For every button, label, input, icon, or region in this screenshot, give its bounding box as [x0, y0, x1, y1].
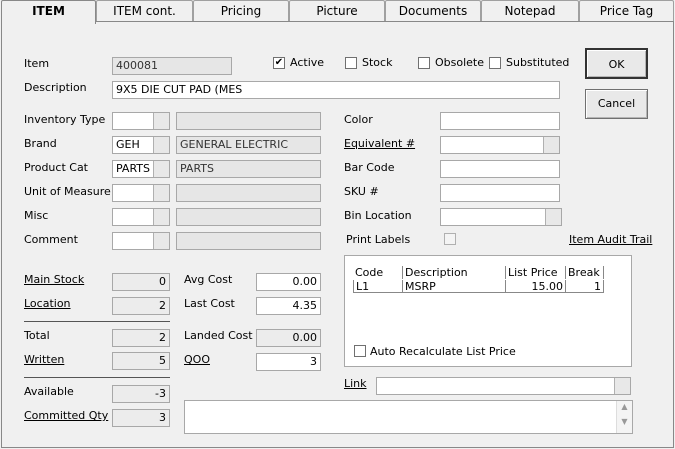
active-checkbox[interactable]: ✔ — [273, 57, 285, 69]
misc-name — [176, 208, 321, 226]
dropdown-button-icon[interactable] — [153, 113, 169, 129]
unit-of-measure-combo[interactable] — [112, 184, 170, 202]
brand-combo[interactable]: GEH — [112, 136, 170, 154]
print-labels-label: Print Labels — [346, 233, 411, 246]
dropdown-button-icon[interactable] — [153, 233, 169, 249]
unit-of-measure-name — [176, 184, 321, 202]
avg-cost-label: Avg Cost — [184, 273, 233, 286]
location-label[interactable]: Location — [24, 297, 71, 310]
auto-recalc-checkbox[interactable] — [354, 345, 366, 357]
link-combo[interactable] — [376, 377, 631, 395]
obsolete-checkbox[interactable] — [418, 57, 430, 69]
scroll-up-icon[interactable]: ▲ — [617, 401, 632, 413]
form-content: Item 400081 ✔ Active Stock Obsolete Subs… — [0, 0, 675, 449]
location-value: 2 — [112, 297, 170, 315]
misc-label: Misc — [24, 209, 49, 222]
color-label: Color — [344, 113, 373, 126]
memo-scrollbar[interactable]: ▲ ▼ — [616, 401, 632, 433]
inventory-type-label: Inventory Type — [24, 113, 106, 126]
ok-button[interactable]: OK — [585, 48, 648, 79]
brand-label: Brand — [24, 137, 57, 150]
scroll-down-icon[interactable]: ▼ — [617, 413, 632, 431]
dropdown-button-icon[interactable] — [153, 161, 169, 177]
comment-name — [176, 232, 321, 250]
grid-header-break[interactable]: Break — [566, 266, 604, 279]
grid-header-list-price[interactable]: List Price — [506, 266, 566, 279]
auto-recalc-label: Auto Recalculate List Price — [370, 345, 516, 358]
committed-qty-label[interactable]: Committed Qty — [24, 409, 108, 422]
dropdown-button-icon[interactable] — [153, 185, 169, 201]
misc-combo[interactable] — [112, 208, 170, 226]
bin-location-label: Bin Location — [344, 209, 412, 222]
last-cost-field[interactable]: 4.35 — [256, 297, 321, 315]
table-row-code[interactable]: L1 — [353, 280, 403, 293]
notes-memo[interactable]: ▲ ▼ — [184, 400, 633, 434]
written-label[interactable]: Written — [24, 353, 64, 366]
inventory-type-name — [176, 112, 321, 130]
table-row-list-price[interactable]: 15.00 — [506, 280, 566, 293]
total-label: Total — [24, 329, 50, 342]
equivalent-label[interactable]: Equivalent # — [344, 137, 415, 150]
item-number-field[interactable]: 400081 — [112, 57, 232, 75]
brand-name: GENERAL ELECTRIC — [176, 136, 321, 154]
main-stock-label[interactable]: Main Stock — [24, 273, 84, 286]
item-label: Item — [24, 57, 50, 70]
sku-field[interactable] — [440, 184, 560, 202]
committed-qty-value: 3 — [112, 409, 170, 427]
table-row-break[interactable]: 1 — [566, 280, 604, 293]
active-label: Active — [290, 56, 325, 69]
link-label[interactable]: Link — [344, 377, 367, 390]
landed-cost-label: Landed Cost — [184, 329, 253, 342]
product-cat-name: PARTS — [176, 160, 321, 178]
dropdown-button-icon[interactable] — [543, 137, 559, 153]
substituted-label: Substituted — [506, 56, 570, 69]
comment-label: Comment — [24, 233, 78, 246]
inventory-type-combo[interactable] — [112, 112, 170, 130]
avg-cost-field[interactable]: 0.00 — [256, 273, 321, 291]
price-list-grid[interactable]: Code Description List Price Break L1 MSR… — [344, 255, 632, 367]
main-stock-value: 0 — [112, 273, 170, 291]
landed-cost-field: 0.00 — [256, 329, 321, 347]
bar-code-label: Bar Code — [344, 161, 395, 174]
equivalent-combo[interactable] — [440, 136, 560, 154]
stock-label: Stock — [362, 56, 393, 69]
bin-location-combo[interactable] — [440, 208, 562, 226]
unit-of-measure-label: Unit of Measure — [24, 185, 111, 198]
grid-header-code[interactable]: Code — [353, 266, 403, 279]
color-field[interactable] — [440, 112, 560, 130]
available-label: Available — [24, 385, 74, 398]
comment-combo[interactable] — [112, 232, 170, 250]
written-value: 5 — [112, 352, 170, 370]
dropdown-button-icon[interactable] — [545, 209, 561, 225]
stock-divider — [24, 321, 170, 322]
cancel-button[interactable]: Cancel — [585, 89, 648, 119]
qoo-label[interactable]: QOO — [184, 353, 210, 366]
item-audit-trail-link[interactable]: Item Audit Trail — [569, 233, 652, 246]
stock-checkbox[interactable] — [345, 57, 357, 69]
table-row-description[interactable]: MSRP — [403, 280, 506, 293]
product-cat-label: Product Cat — [24, 161, 88, 174]
bar-code-field[interactable] — [440, 160, 560, 178]
obsolete-label: Obsolete — [435, 56, 485, 69]
dropdown-button-icon[interactable] — [614, 378, 630, 394]
available-value: -3 — [112, 385, 170, 403]
product-cat-combo[interactable]: PARTS — [112, 160, 170, 178]
total-value: 2 — [112, 329, 170, 347]
last-cost-label: Last Cost — [184, 297, 235, 310]
stock-divider-2 — [24, 377, 170, 378]
dropdown-button-icon[interactable] — [153, 209, 169, 225]
sku-label: SKU # — [344, 185, 379, 198]
print-labels-checkbox[interactable] — [444, 233, 456, 245]
grid-header-description[interactable]: Description — [403, 266, 506, 279]
description-label: Description — [24, 81, 87, 94]
qoo-field[interactable]: 3 — [256, 353, 321, 371]
description-field[interactable]: 9X5 DIE CUT PAD (MES — [112, 81, 560, 99]
dropdown-button-icon[interactable] — [153, 137, 169, 153]
substituted-checkbox[interactable] — [489, 57, 501, 69]
checkmark-icon: ✔ — [274, 57, 284, 68]
